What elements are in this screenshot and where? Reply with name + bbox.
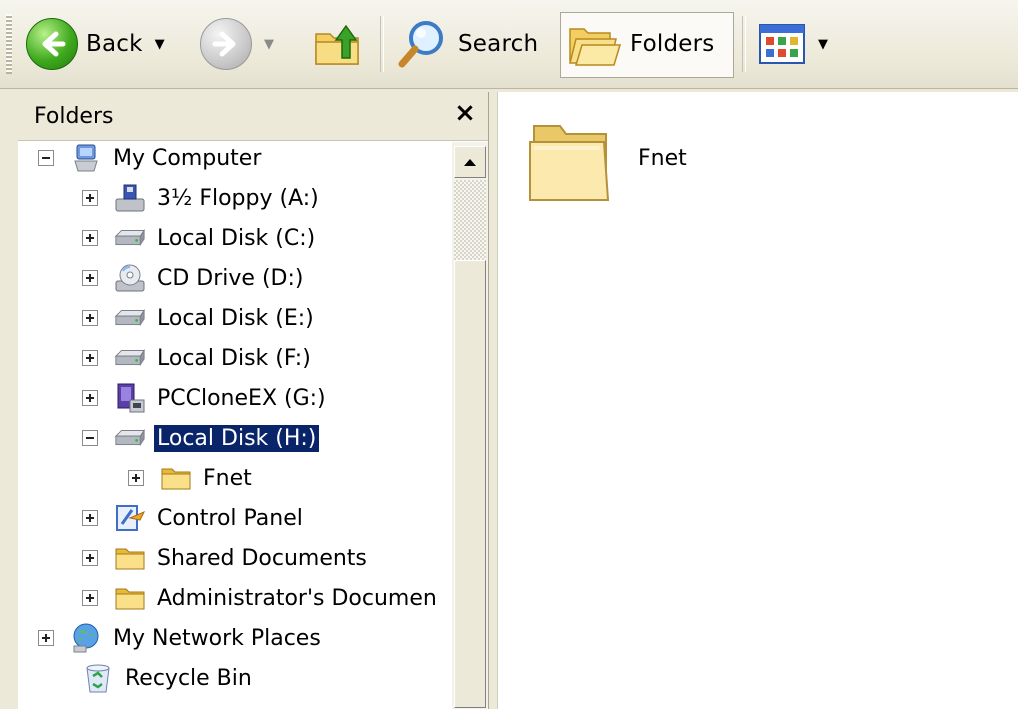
tree-node-local-disk-h[interactable]: Local Disk (H:) (82, 420, 320, 456)
tree-node-label: Recycle Bin (125, 665, 252, 691)
expand-icon[interactable] (82, 590, 98, 606)
scrollbar-thumb[interactable] (454, 260, 486, 708)
recycle-bin-icon (82, 662, 114, 694)
back-label: Back (86, 31, 143, 57)
file-item-fnet[interactable]: Fnet (526, 118, 756, 218)
file-item-label: Fnet (638, 146, 687, 171)
tree-node-pccloneex-g[interactable]: PCCloneEX (G:) (82, 380, 329, 416)
hard-disk-icon (114, 422, 146, 454)
tree-node-fnet[interactable]: Fnet (128, 460, 255, 496)
search-button[interactable]: Search (394, 12, 538, 76)
scrollbar-track[interactable] (454, 180, 486, 260)
views-button[interactable]: ▼ (758, 12, 828, 76)
scroll-up-arrow-icon (464, 159, 476, 166)
hard-disk-icon (114, 302, 146, 334)
folders-label: Folders (630, 31, 715, 57)
expand-icon[interactable] (82, 190, 98, 206)
floppy-drive-icon (114, 182, 146, 214)
tree-node-label-selected: Local Disk (H:) (154, 424, 320, 452)
hard-disk-icon (114, 342, 146, 374)
tree-node-recycle-bin[interactable]: Recycle Bin (82, 660, 255, 696)
tree-node-label: Local Disk (E:) (157, 305, 314, 331)
collapse-icon[interactable] (82, 430, 98, 446)
up-folder-icon (315, 24, 359, 65)
tree-node-local-disk-e[interactable]: Local Disk (E:) (82, 300, 317, 336)
tree-node-label: PCCloneEX (G:) (157, 385, 326, 411)
tree-node-control-panel[interactable]: Control Panel (82, 500, 306, 536)
expand-icon[interactable] (38, 630, 54, 646)
folders-pane-header: Folders × (18, 92, 488, 141)
computer-icon (70, 142, 102, 174)
folder-icon (529, 125, 610, 201)
tree-node-label: Shared Documents (157, 545, 367, 571)
forward-arrow-icon (200, 18, 252, 70)
tree-node-label: 3½ Floppy (A:) (157, 185, 319, 211)
file-list-view[interactable]: Fnet (497, 92, 1018, 709)
tree-node-label: My Network Places (113, 625, 321, 651)
expand-icon[interactable] (82, 230, 98, 246)
tree-node-floppy-a[interactable]: 3½ Floppy (A:) (82, 180, 322, 216)
expand-icon[interactable] (82, 310, 98, 326)
search-icon (398, 21, 443, 68)
tree-node-cd-drive-d[interactable]: CD Drive (D:) (82, 260, 306, 296)
views-icon (759, 24, 805, 64)
tree-node-label: Fnet (203, 465, 252, 491)
back-dropdown-icon[interactable]: ▼ (155, 37, 165, 52)
tree-node-label: My Computer (113, 145, 262, 171)
expand-icon[interactable] (82, 510, 98, 526)
toolbar-separator (742, 16, 746, 72)
back-arrow-icon (26, 18, 78, 70)
standard-toolbar: Back ▼ ▼ Search Folders ▼ (0, 0, 1018, 89)
pcclone-drive-icon (114, 382, 146, 414)
tree-node-local-disk-f[interactable]: Local Disk (F:) (82, 340, 314, 376)
close-icon[interactable]: × (450, 98, 480, 128)
expand-icon[interactable] (82, 350, 98, 366)
folder-icon (114, 542, 146, 574)
tree-node-label: Administrator's Documen (157, 585, 437, 611)
forward-dropdown-icon[interactable]: ▼ (264, 37, 274, 52)
folder-tree-scrollbar[interactable] (452, 142, 488, 709)
network-places-icon (70, 622, 102, 654)
tree-node-label: Local Disk (F:) (157, 345, 311, 371)
tree-node-label: CD Drive (D:) (157, 265, 304, 291)
folder-icon (160, 462, 192, 494)
expand-icon[interactable] (82, 550, 98, 566)
toolbar-grip[interactable] (6, 14, 12, 74)
control-panel-icon (114, 502, 146, 534)
expand-icon[interactable] (82, 390, 98, 406)
folders-pane: Folders × My Computer 3½ Floppy (A:) Loc… (18, 92, 489, 709)
search-label: Search (458, 31, 539, 57)
folders-button[interactable]: Folders (568, 12, 714, 76)
expand-icon[interactable] (82, 270, 98, 286)
folders-icon (569, 28, 622, 66)
tree-node-my-computer[interactable]: My Computer (38, 140, 264, 176)
tree-node-administrators-documents[interactable]: Administrator's Documen (82, 580, 440, 616)
tree-node-label: Control Panel (157, 505, 303, 531)
toolbar-separator (380, 16, 384, 72)
scroll-up-button[interactable] (454, 146, 486, 178)
cd-drive-icon (114, 262, 146, 294)
tree-node-label: Local Disk (C:) (157, 225, 316, 251)
tree-node-local-disk-c[interactable]: Local Disk (C:) (82, 220, 318, 256)
folders-pane-title: Folders (34, 104, 114, 129)
views-dropdown-icon[interactable]: ▼ (818, 37, 828, 52)
back-button[interactable]: Back ▼ (26, 12, 165, 76)
folder-tree: My Computer 3½ Floppy (A:) Local Disk (C… (18, 140, 452, 709)
tree-node-shared-documents[interactable]: Shared Documents (82, 540, 370, 576)
up-folder-button[interactable] (312, 12, 364, 76)
forward-button[interactable]: ▼ (200, 12, 274, 76)
collapse-icon[interactable] (38, 150, 54, 166)
expand-icon[interactable] (128, 470, 144, 486)
hard-disk-icon (114, 222, 146, 254)
folder-icon (114, 582, 146, 614)
tree-node-my-network-places[interactable]: My Network Places (38, 620, 324, 656)
